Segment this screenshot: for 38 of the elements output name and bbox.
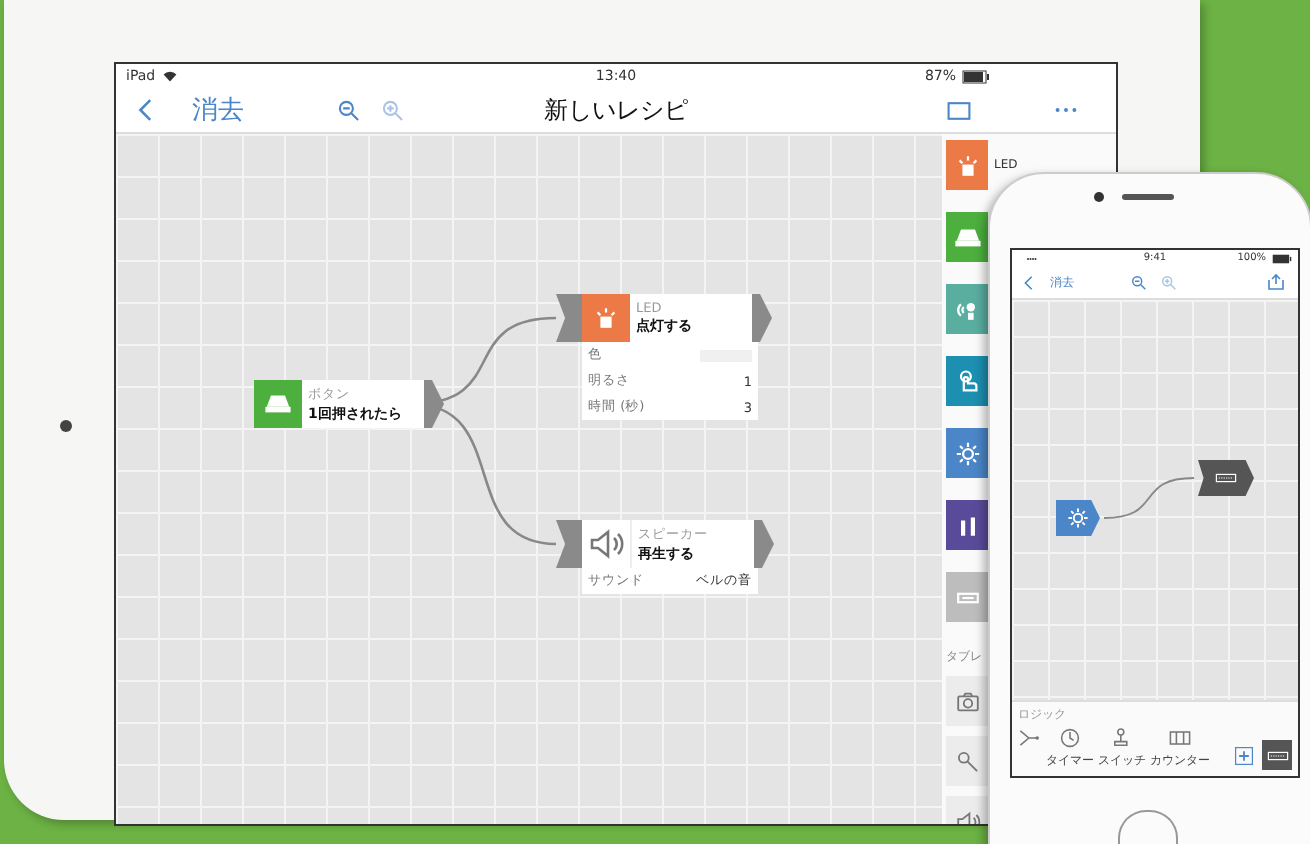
button-icon — [264, 390, 292, 418]
output-connector — [424, 380, 444, 428]
recipe-block[interactable] — [1198, 460, 1254, 496]
camera-icon — [953, 687, 981, 715]
back-icon[interactable] — [1020, 273, 1038, 291]
input-connector — [556, 294, 582, 342]
zoom-out-icon[interactable] — [1130, 273, 1148, 291]
palette-block[interactable] — [946, 500, 988, 550]
zoom-out-icon[interactable] — [336, 97, 362, 123]
plus-icon — [1231, 743, 1255, 767]
output-connector — [752, 294, 772, 342]
clear-button[interactable]: 消去 — [192, 92, 244, 128]
led-icon — [592, 304, 620, 332]
earpiece-slot — [1122, 194, 1174, 200]
extension-tool[interactable] — [1262, 740, 1292, 770]
home-button[interactable] — [1118, 810, 1178, 844]
sun-icon — [953, 439, 981, 467]
palette-block[interactable] — [946, 212, 988, 262]
led-icon — [953, 151, 981, 179]
panel-icon[interactable] — [946, 97, 972, 123]
input-connector — [556, 520, 582, 568]
connector-line — [1103, 477, 1195, 519]
battery-icon — [962, 69, 990, 83]
switch-icon — [1110, 726, 1134, 750]
palette-block[interactable] — [946, 428, 988, 478]
screen-title: 新しいレシピ — [544, 93, 688, 127]
palette-block[interactable] — [946, 284, 988, 334]
sun-icon — [1066, 506, 1090, 530]
wifi-icon — [161, 68, 178, 84]
branch-icon — [1018, 726, 1042, 750]
counter-icon — [1168, 726, 1192, 750]
battery-icon — [1272, 253, 1292, 263]
recipe-block[interactable] — [1056, 500, 1100, 536]
palette-block[interactable] — [946, 356, 988, 406]
output-connector — [754, 520, 774, 568]
clock-icon — [1058, 726, 1082, 750]
camera-dot — [1094, 192, 1104, 202]
share-icon[interactable] — [1266, 272, 1286, 292]
